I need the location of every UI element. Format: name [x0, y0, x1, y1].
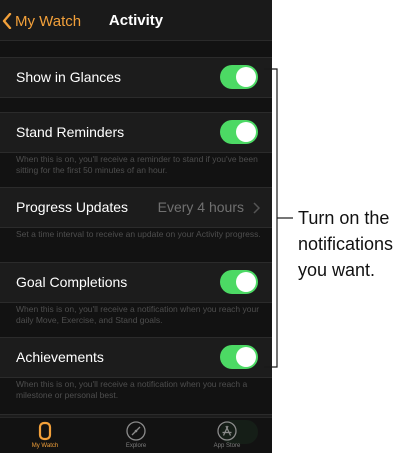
app-store-icon [217, 421, 237, 441]
compass-icon [126, 421, 146, 441]
stand-reminders-row: Stand Reminders [0, 112, 272, 153]
goal-completions-toggle[interactable] [220, 270, 258, 294]
tab-my-watch-label: My Watch [31, 443, 59, 449]
progress-updates-description: Set a time interval to receive an update… [16, 229, 261, 239]
stand-reminders-toggle[interactable] [220, 120, 258, 144]
achievements-label: Achievements [16, 349, 104, 365]
achievements-toggle[interactable] [220, 345, 258, 369]
progress-updates-row[interactable]: Progress Updates Every 4 hours [0, 187, 272, 228]
stand-reminders-description: When this is on, you'll receive a remind… [16, 154, 258, 175]
goal-completions-description: When this is on, you'll receive a notifi… [16, 304, 260, 325]
tab-app-store-label: App Store [213, 443, 241, 449]
chevron-right-icon [253, 202, 260, 214]
show-in-glances-label: Show in Glances [16, 69, 122, 85]
toggle-knob [236, 122, 256, 142]
toggle-knob [236, 272, 256, 292]
page-title: Activity [108, 12, 164, 29]
achievements-description: When this is on, you'll receive a notifi… [16, 379, 248, 400]
achievements-row: Achievements [0, 337, 272, 378]
tab-explore[interactable]: Explore [91, 420, 181, 449]
navigation-bar: My Watch Activity [0, 0, 272, 41]
toggle-knob [236, 347, 256, 367]
show-in-glances-toggle[interactable] [220, 65, 258, 89]
show-in-glances-row: Show in Glances [0, 57, 272, 98]
tab-explore-label: Explore [125, 443, 147, 449]
tab-bar: My Watch Explore App Store [0, 417, 272, 453]
progress-updates-value: Every 4 hours [157, 199, 244, 215]
goal-completions-label: Goal Completions [16, 274, 128, 290]
tab-app-store[interactable]: App Store [182, 420, 272, 449]
goal-completions-row: Goal Completions [0, 262, 272, 303]
annotation-text: Turn on the notifications you want. [298, 208, 394, 280]
phone-screen: My Watch Activity Show in Glances Stand … [0, 0, 272, 453]
progress-updates-label: Progress Updates [16, 199, 129, 215]
toggle-knob [236, 67, 256, 87]
stand-reminders-label: Stand Reminders [16, 124, 125, 140]
watch-icon [38, 421, 52, 441]
tab-my-watch[interactable]: My Watch [0, 420, 90, 449]
